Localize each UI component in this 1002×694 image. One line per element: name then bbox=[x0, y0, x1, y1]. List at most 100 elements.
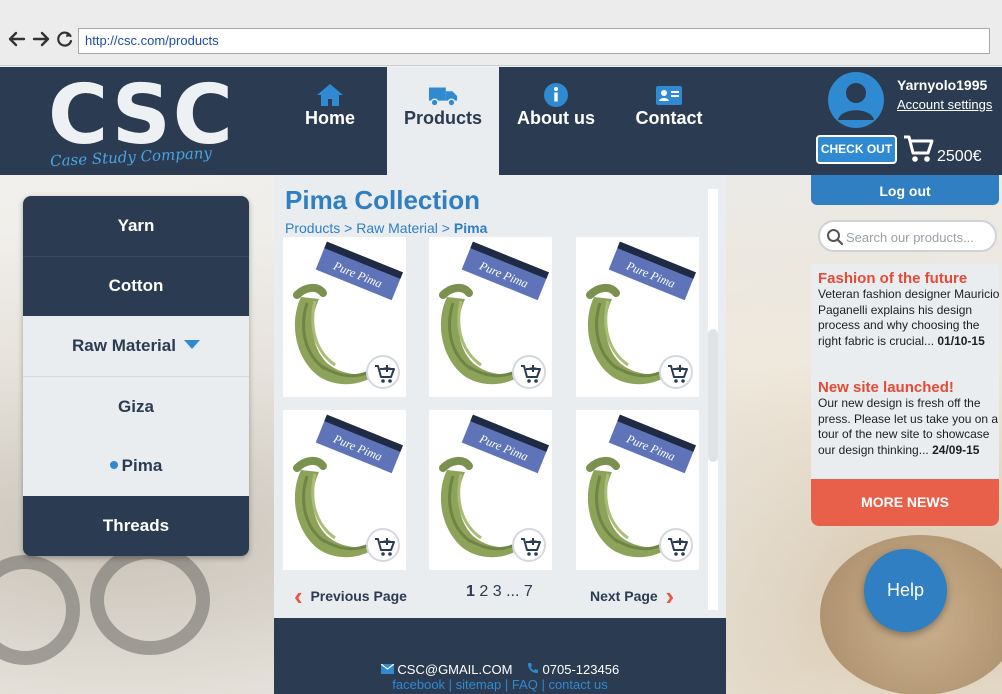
sidebar-item-raw-material[interactable]: Raw Material bbox=[23, 316, 249, 376]
scissors-decoration bbox=[0, 555, 80, 665]
main-content: Pima Collection Products > Raw Material … bbox=[274, 175, 726, 618]
scrollbar-thumb[interactable] bbox=[708, 329, 718, 462]
add-to-cart-button[interactable] bbox=[366, 528, 400, 562]
product-card[interactable]: Pure Pima bbox=[576, 410, 699, 570]
more-news-button[interactable]: MORE NEWS bbox=[811, 479, 999, 526]
nav-tab-contact[interactable]: Contact bbox=[613, 67, 725, 175]
news-title[interactable]: Fashion of the future bbox=[818, 270, 967, 287]
add-to-cart-icon bbox=[375, 538, 395, 556]
product-card[interactable]: Pure Pima bbox=[283, 237, 406, 397]
add-to-cart-button[interactable] bbox=[659, 355, 693, 389]
news-body: Veteran fashion designer Mauricio Pagane… bbox=[818, 287, 999, 349]
sidebar-item-threads[interactable]: Threads bbox=[23, 496, 249, 556]
previous-page-label: Previous Page bbox=[310, 588, 407, 604]
page-title: Pima Collection bbox=[285, 185, 481, 215]
footer-email[interactable]: CSC@GMAIL.COM bbox=[397, 662, 512, 677]
product-card[interactable]: Pure Pima bbox=[576, 237, 699, 397]
footer-link-facebook[interactable]: facebook bbox=[392, 677, 445, 692]
previous-page-button[interactable]: ‹ Previous Page bbox=[294, 581, 407, 612]
cart-icon[interactable] bbox=[902, 133, 934, 165]
home-icon bbox=[317, 84, 343, 106]
footer-link-contact[interactable]: contact us bbox=[548, 677, 607, 692]
add-to-cart-icon bbox=[668, 365, 688, 383]
browser-toolbar: http://csc.com/products bbox=[0, 0, 1002, 66]
nav-tab-about[interactable]: About us bbox=[500, 67, 612, 175]
sidebar-item-label: Yarn bbox=[117, 216, 155, 235]
user-icon bbox=[838, 83, 874, 120]
help-button[interactable]: Help bbox=[864, 549, 947, 632]
footer-contact: CSC@GMAIL.COM 0705-123456 bbox=[274, 662, 726, 677]
nav-tab-label: About us bbox=[517, 108, 595, 128]
page-number[interactable]: 7 bbox=[524, 583, 533, 600]
scissors-decoration bbox=[90, 545, 210, 655]
page-number-current[interactable]: 1 bbox=[466, 583, 475, 600]
footer-phone[interactable]: 0705-123456 bbox=[543, 662, 620, 677]
breadcrumb-item[interactable]: Products bbox=[285, 220, 340, 236]
search-icon bbox=[827, 229, 844, 246]
chevron-left-icon: ‹ bbox=[294, 581, 303, 611]
breadcrumb-item[interactable]: Raw Material bbox=[356, 220, 438, 236]
product-card[interactable]: Pure Pima bbox=[283, 410, 406, 570]
footer-links: facebook | sitemap | FAQ | contact us bbox=[274, 677, 726, 692]
sidebar-item-label: Raw Material bbox=[72, 336, 176, 355]
sidebar-item-yarn[interactable]: Yarn bbox=[23, 196, 249, 256]
search-box bbox=[818, 220, 997, 252]
back-arrow-icon[interactable] bbox=[6, 28, 28, 50]
add-to-cart-icon bbox=[521, 538, 541, 556]
info-icon bbox=[544, 83, 568, 107]
account-settings-link[interactable]: Account settings bbox=[897, 97, 992, 112]
sidebar-item-label: Threads bbox=[102, 516, 170, 535]
nav-tab-home[interactable]: Home bbox=[274, 67, 386, 175]
sidebar-item-giza[interactable]: Giza bbox=[23, 376, 249, 436]
avatar[interactable] bbox=[828, 72, 884, 128]
add-to-cart-button[interactable] bbox=[659, 528, 693, 562]
site-footer: CSC@GMAIL.COM 0705-123456 facebook | sit… bbox=[274, 618, 726, 694]
product-card[interactable]: Pure Pima bbox=[429, 237, 552, 397]
add-to-cart-button[interactable] bbox=[512, 528, 546, 562]
contact-card-icon bbox=[656, 86, 682, 105]
cart-total: 2500€ bbox=[937, 148, 982, 165]
add-to-cart-icon bbox=[375, 365, 395, 383]
breadcrumb-current: Pima bbox=[453, 220, 488, 236]
next-page-button[interactable]: Next Page › bbox=[590, 581, 674, 612]
checkout-button[interactable]: CHECK OUT bbox=[816, 135, 897, 164]
add-to-cart-button[interactable] bbox=[366, 355, 400, 389]
site-logo[interactable]: CSC Case Study Company bbox=[48, 68, 233, 172]
add-to-cart-icon bbox=[668, 538, 688, 556]
address-bar[interactable]: http://csc.com/products bbox=[78, 28, 990, 54]
search-input[interactable] bbox=[846, 227, 994, 247]
sidebar-item-label: Pima bbox=[121, 456, 163, 475]
nav-tab-label: Products bbox=[403, 108, 482, 128]
truck-icon bbox=[428, 87, 458, 107]
news-date: 24/09-15 bbox=[932, 442, 980, 457]
news-body: Our new design is fresh off the press. P… bbox=[818, 396, 999, 458]
news-title[interactable]: New site launched! bbox=[818, 379, 954, 396]
page-numbers: 1 2 3 ... 7 bbox=[466, 583, 533, 601]
add-to-cart-icon bbox=[521, 365, 541, 383]
next-page-label: Next Page bbox=[590, 588, 658, 604]
nav-tab-products[interactable]: Products bbox=[387, 67, 499, 175]
footer-link-faq[interactable]: FAQ bbox=[512, 677, 538, 692]
breadcrumb-separator: > bbox=[340, 220, 357, 236]
pagination: ‹ Previous Page 1 2 3 ... 7 Next Page › bbox=[274, 575, 726, 612]
news-date: 01/10-15 bbox=[937, 333, 985, 348]
chevron-right-icon: › bbox=[665, 581, 675, 611]
phone-icon bbox=[527, 663, 538, 673]
forward-arrow-icon[interactable] bbox=[30, 28, 52, 50]
breadcrumb-separator: > bbox=[437, 220, 454, 236]
caret-down-icon bbox=[183, 340, 200, 349]
sidebar-item-cotton[interactable]: Cotton bbox=[23, 256, 249, 316]
sidebar-item-label: Giza bbox=[118, 397, 154, 416]
category-sidebar: Yarn Cotton Raw Material Giza Pima Threa… bbox=[23, 196, 249, 556]
selected-dot-icon bbox=[109, 461, 118, 469]
reload-icon[interactable] bbox=[54, 28, 76, 50]
page-number[interactable]: 3 bbox=[493, 583, 502, 600]
footer-link-sitemap[interactable]: sitemap bbox=[456, 677, 502, 692]
page-number[interactable]: 2 bbox=[479, 583, 488, 600]
mail-icon bbox=[380, 663, 395, 674]
add-to-cart-button[interactable] bbox=[512, 355, 546, 389]
sidebar-item-label: Cotton bbox=[108, 276, 164, 295]
logout-button[interactable]: Log out bbox=[811, 175, 999, 205]
product-card[interactable]: Pure Pima bbox=[429, 410, 552, 570]
sidebar-item-pima[interactable]: Pima bbox=[23, 436, 249, 496]
